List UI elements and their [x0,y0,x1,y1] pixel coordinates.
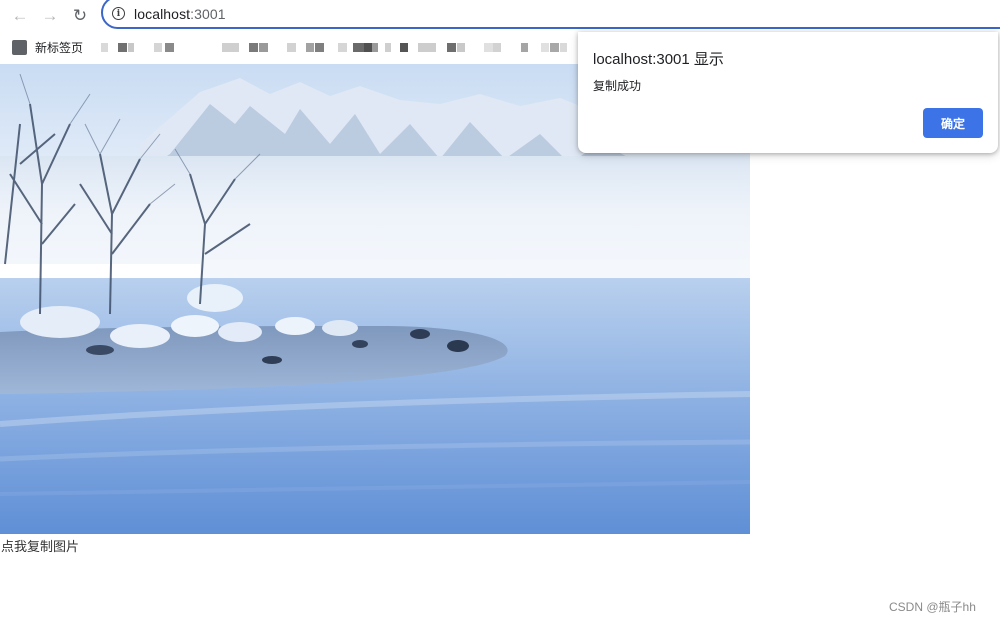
dialog-message: 复制成功 [593,79,642,93]
address-bar[interactable]: i localhost:3001 [101,0,1000,29]
reload-icon[interactable]: ↻ [69,4,91,26]
browser-toolbar: ← → ↻ i localhost:3001 [0,0,1000,30]
forward-arrow-icon[interactable]: → [39,4,61,26]
dialog-title: localhost:3001 显示 [593,51,724,68]
copy-image-link[interactable]: 点我复制图片 [1,536,79,555]
bookmark-favicon [12,40,27,55]
back-arrow-icon[interactable]: ← [9,4,31,26]
url-host: localhost [134,6,191,22]
address-url[interactable]: localhost:3001 [134,6,226,22]
url-port: :3001 [190,6,226,22]
csdn-watermark: CSDN @瓶子hh [889,600,976,614]
ok-button[interactable]: 确定 [923,108,983,138]
alert-dialog: localhost:3001 显示 复制成功 确定 [578,32,998,153]
bookmark-new-tab[interactable]: 新标签页 [12,39,83,56]
bookmark-label: 新标签页 [35,41,84,55]
info-icon[interactable]: i [112,7,125,20]
